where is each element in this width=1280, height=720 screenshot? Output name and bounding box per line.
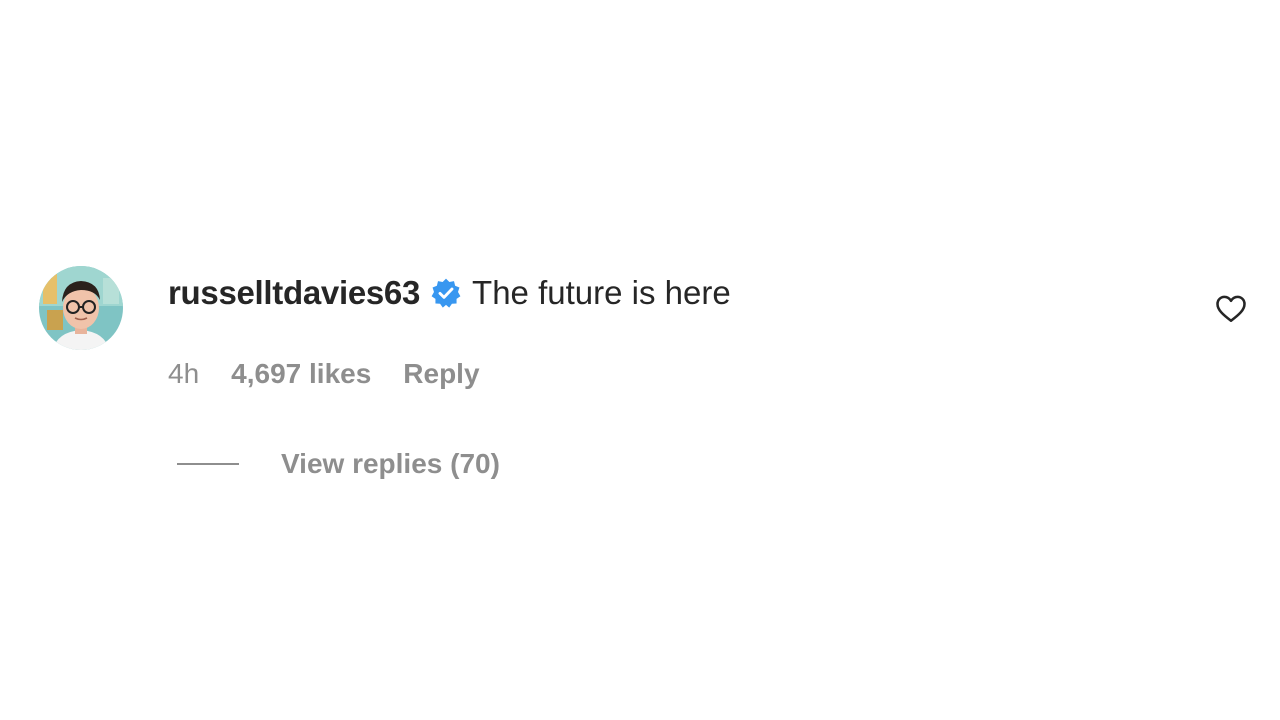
- avatar[interactable]: [39, 266, 123, 350]
- view-replies-button[interactable]: View replies (70): [177, 448, 500, 480]
- verified-badge-icon: [430, 277, 462, 309]
- comment-text: The future is here: [472, 274, 731, 311]
- comment-header: russelltdavies63 The future is here: [168, 273, 731, 313]
- comment: russelltdavies63 The future is here 4h 4…: [39, 266, 1249, 496]
- reply-button[interactable]: Reply: [403, 358, 479, 390]
- username-link[interactable]: russelltdavies63: [168, 274, 420, 312]
- replies-divider: [177, 463, 239, 465]
- like-button[interactable]: [1213, 290, 1249, 326]
- likes-count[interactable]: 4,697 likes: [231, 358, 371, 390]
- comment-meta: 4h 4,697 likes Reply: [168, 358, 480, 390]
- avatar-image: [39, 266, 123, 350]
- heart-outline-icon: [1216, 295, 1246, 323]
- page: russelltdavies63 The future is here 4h 4…: [0, 0, 1280, 720]
- comment-time[interactable]: 4h: [168, 358, 199, 390]
- view-replies-label: View replies (70): [281, 448, 500, 479]
